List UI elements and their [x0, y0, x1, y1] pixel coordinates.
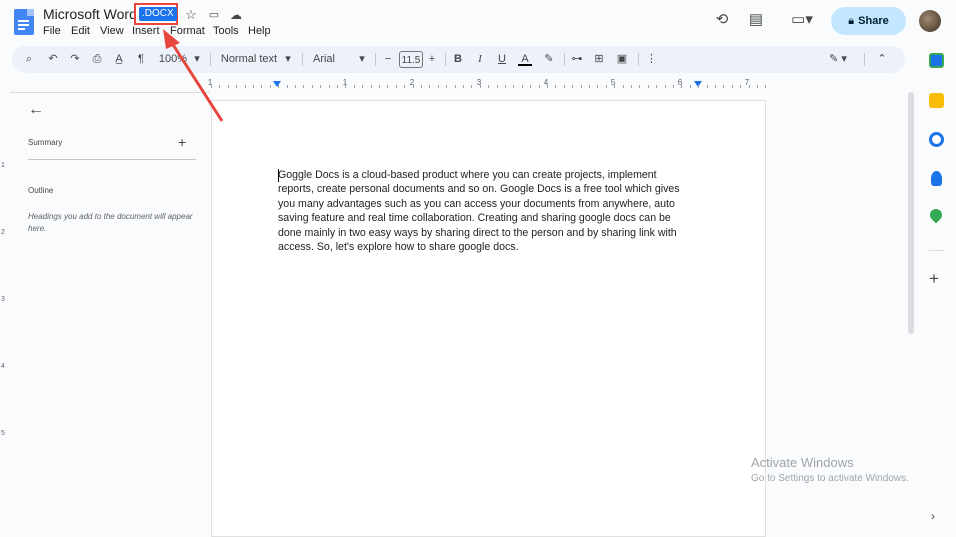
- annotation-arrow: [163, 29, 224, 122]
